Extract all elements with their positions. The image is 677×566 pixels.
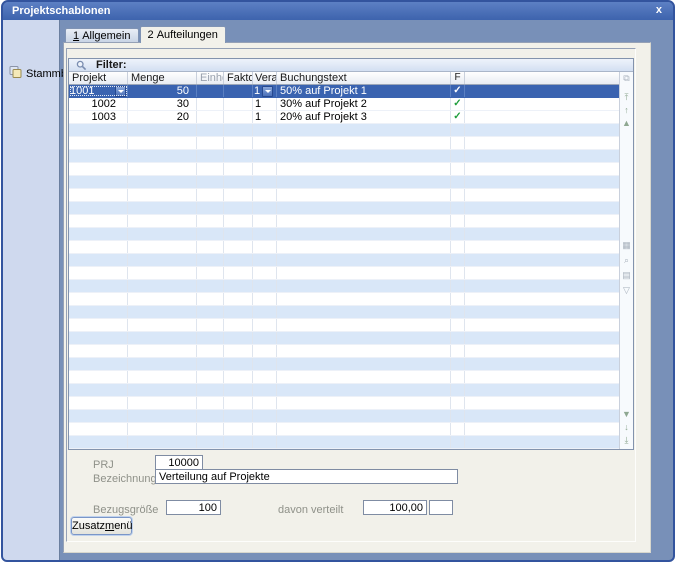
davon-verteilt-label: davon verteilt (278, 504, 343, 516)
projektschablonen-window: Projektschablonen x Stammblatt 1 Allgeme… (1, 0, 675, 562)
grid-rows: 100150150% auf Projekt 1✓100230130% auf … (69, 85, 619, 449)
bezugsgroesse-field[interactable] (166, 500, 221, 515)
filter-label: Filter: (96, 59, 127, 71)
table-row[interactable] (69, 371, 619, 384)
scroll-to-top-icon[interactable]: ⤒ (620, 91, 633, 103)
table-row[interactable] (69, 397, 619, 410)
table-row[interactable] (69, 384, 619, 397)
table-row[interactable] (69, 319, 619, 332)
table-row[interactable] (69, 280, 619, 293)
table-row[interactable] (69, 345, 619, 358)
table-row[interactable] (69, 358, 619, 371)
table-row[interactable] (69, 423, 619, 436)
page-down-icon[interactable]: ▼ (620, 408, 633, 420)
table-row[interactable]: 100320120% auf Projekt 3✓ (69, 111, 619, 124)
table-row[interactable] (69, 410, 619, 423)
col-header-faktor[interactable]: Faktor (224, 72, 253, 84)
dropdown-arrow-icon[interactable] (115, 86, 126, 97)
dropdown-arrow-icon[interactable] (262, 86, 273, 97)
table-row[interactable] (69, 189, 619, 202)
prj-field[interactable] (155, 455, 203, 470)
grid-columns-area: Projekt Menge Einheit Faktor Vera Buchun… (69, 72, 619, 450)
stammblatt-icon (9, 66, 22, 81)
col-header-projekt[interactable]: Projekt (69, 72, 128, 84)
davon-verteilt-extra-field[interactable] (429, 500, 453, 515)
table-row[interactable] (69, 306, 619, 319)
close-icon[interactable]: x (656, 2, 662, 19)
bezugsgroesse-label: Bezugsgröße (93, 504, 158, 516)
table-row[interactable]: 100150150% auf Projekt 1✓ (69, 85, 619, 98)
scroll-up-icon[interactable]: ↑ (620, 104, 633, 116)
table-row[interactable] (69, 241, 619, 254)
table-row[interactable] (69, 176, 619, 189)
main-area: 1 Allgemein 2 Aufteilungen Fil (60, 20, 673, 560)
scroll-down-icon[interactable]: ↓ (620, 421, 633, 433)
table-row[interactable] (69, 293, 619, 306)
tab-aufteilungen[interactable]: 2 Aufteilungen (140, 26, 226, 43)
table-row[interactable] (69, 202, 619, 215)
table-row[interactable] (69, 436, 619, 449)
content-box: Filter: Projekt Menge Einheit Faktor Ver… (66, 48, 636, 542)
table-row[interactable] (69, 267, 619, 280)
col-header-einheit[interactable]: Einheit (197, 72, 224, 84)
scroll-to-bottom-icon[interactable]: ⤓ (620, 434, 633, 446)
col-header-menge[interactable]: Menge (128, 72, 197, 84)
window-titlebar[interactable]: Projektschablonen x (3, 2, 673, 20)
grid-header-row: Projekt Menge Einheit Faktor Vera Buchun… (69, 72, 619, 85)
table-row[interactable] (69, 215, 619, 228)
window-title: Projektschablonen (12, 5, 110, 17)
data-grid: Filter: Projekt Menge Einheit Faktor Ver… (68, 58, 634, 450)
filter-funnel-icon[interactable]: ▽ (620, 284, 633, 296)
col-header-buchungstext[interactable]: Buchungstext (277, 72, 451, 84)
table-row[interactable] (69, 150, 619, 163)
bezeichnung-field[interactable] (155, 469, 458, 484)
sidebar: Stammblatt (3, 20, 60, 560)
table-row[interactable] (69, 124, 619, 137)
table-row[interactable] (69, 137, 619, 150)
table-row[interactable] (69, 332, 619, 345)
list-icon[interactable]: ▤ (620, 269, 633, 281)
col-header-vera[interactable]: Vera (253, 72, 277, 84)
tab-page-aufteilungen: Filter: Projekt Menge Einheit Faktor Ver… (63, 42, 651, 553)
col-header-f[interactable]: F (451, 72, 465, 84)
filter-bar[interactable]: Filter: (69, 59, 633, 72)
table-row[interactable] (69, 254, 619, 267)
magnifier-icon (76, 60, 87, 71)
table-row[interactable]: 100230130% auf Projekt 2✓ (69, 98, 619, 111)
column-chooser-icon[interactable]: ⧉ (620, 72, 633, 84)
grid-nav-strip: ⧉ ⤒ ↑ ▲ ▦ ⌕ ▤ ▽ ▼ ↓ ⤓ (619, 72, 633, 450)
table-row[interactable] (69, 163, 619, 176)
bezeichnung-label: Bezeichnung (93, 473, 157, 485)
page: Projektschablonen x Stammblatt 1 Allgeme… (0, 0, 677, 566)
grid-view-icon[interactable]: ▦ (620, 239, 633, 251)
tab-strip: 1 Allgemein 2 Aufteilungen (65, 27, 227, 43)
tab-allgemein[interactable]: 1 Allgemein (65, 28, 139, 43)
col-header-filler (465, 72, 619, 84)
davon-verteilt-field[interactable] (363, 500, 427, 515)
table-row[interactable] (69, 228, 619, 241)
prj-label: PRJ (93, 459, 114, 471)
page-up-icon[interactable]: ▲ (620, 117, 633, 129)
search-icon[interactable]: ⌕ (620, 254, 633, 266)
zusatzmenu-button[interactable]: Zusatzmenü (71, 517, 132, 535)
